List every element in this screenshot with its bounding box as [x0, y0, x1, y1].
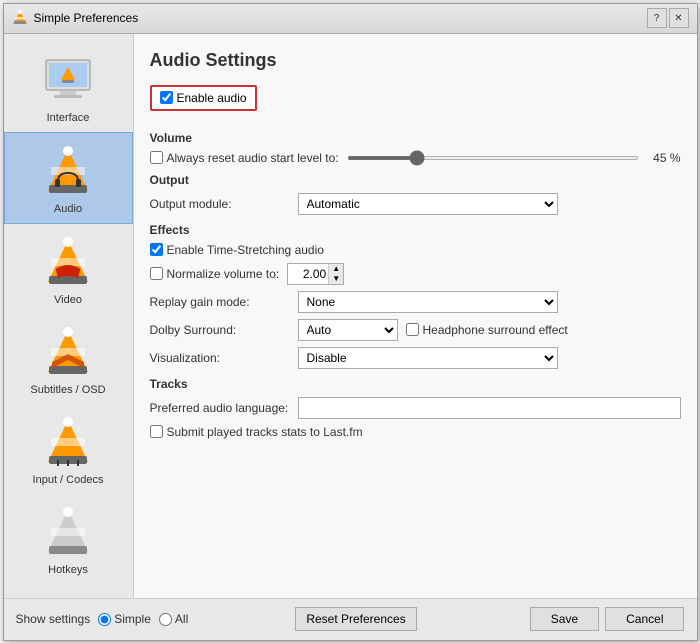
sidebar-item-audio-label: Audio: [54, 203, 82, 215]
normalize-value[interactable]: [288, 264, 328, 284]
simple-radio[interactable]: [98, 613, 111, 626]
sidebar-item-video-label: Video: [54, 294, 82, 306]
time-stretching-checkbox[interactable]: [150, 243, 163, 256]
hotkeys-icon: [38, 502, 98, 562]
visualization-select[interactable]: Disable Spectrum Scope Vu meter: [298, 347, 558, 369]
save-button[interactable]: Save: [530, 607, 599, 631]
preferred-language-input[interactable]: [298, 397, 681, 419]
output-module-select[interactable]: Automatic DirectSound WaveOut WASAPI: [298, 193, 558, 215]
visualization-label: Visualization:: [150, 351, 290, 365]
enable-audio-checkbox[interactable]: [160, 91, 173, 104]
lastfm-checkbox[interactable]: [150, 425, 163, 438]
dolby-surround-label: Dolby Surround:: [150, 323, 290, 337]
sidebar-item-audio[interactable]: Audio: [4, 132, 133, 224]
spinbox-buttons: ▲ ▼: [328, 264, 343, 284]
volume-slider-container: 45 %: [347, 151, 681, 165]
time-stretching-row: Enable Time-Stretching audio: [150, 243, 681, 257]
panel-title: Audio Settings: [150, 50, 681, 71]
normalize-label[interactable]: Normalize volume to:: [150, 267, 280, 281]
title-bar-buttons: ? ✕: [647, 8, 689, 28]
volume-slider[interactable]: [347, 156, 639, 160]
close-button[interactable]: ✕: [669, 8, 689, 28]
dolby-surround-select[interactable]: Auto On Off: [298, 319, 398, 341]
title-bar-text: Simple Preferences: [34, 11, 647, 25]
volume-section-label: Volume: [150, 131, 681, 145]
sidebar-item-hotkeys[interactable]: Hotkeys: [4, 494, 133, 584]
help-button[interactable]: ?: [647, 8, 667, 28]
replay-gain-select[interactable]: None Track Album: [298, 291, 558, 313]
effects-section-label: Effects: [150, 223, 681, 237]
dolby-surround-row: Dolby Surround: Auto On Off Headphone su…: [150, 319, 681, 341]
always-reset-label[interactable]: Always reset audio start level to:: [150, 151, 339, 165]
time-stretching-label[interactable]: Enable Time-Stretching audio: [150, 243, 324, 257]
input-icon: [38, 412, 98, 472]
replay-gain-label: Replay gain mode:: [150, 295, 290, 309]
sidebar-item-video[interactable]: Video: [4, 224, 133, 314]
enable-audio-label[interactable]: Enable audio: [160, 91, 247, 105]
all-radio-label[interactable]: All: [159, 612, 188, 626]
simple-radio-label[interactable]: Simple: [98, 612, 151, 626]
reset-preferences-button[interactable]: Reset Preferences: [295, 607, 416, 631]
sidebar-item-input[interactable]: Input / Codecs: [4, 404, 133, 494]
sidebar-item-hotkeys-label: Hotkeys: [48, 564, 88, 576]
audio-icon: [38, 141, 98, 201]
lastfm-row: Submit played tracks stats to Last.fm: [150, 425, 681, 439]
sidebar-item-interface-label: Interface: [47, 112, 90, 124]
sidebar-item-input-label: Input / Codecs: [33, 474, 104, 486]
sidebar-item-subtitles[interactable]: Subtitles / OSD: [4, 314, 133, 404]
volume-value: 45 %: [645, 151, 681, 165]
tracks-section-label: Tracks: [150, 377, 681, 391]
spinbox-down[interactable]: ▼: [329, 274, 343, 284]
always-reset-row: Always reset audio start level to: 45 %: [150, 151, 681, 165]
app-icon: [12, 10, 28, 26]
video-icon: [38, 232, 98, 292]
subtitles-icon: [38, 322, 98, 382]
settings-radio-group: Simple All: [98, 612, 188, 626]
bottom-bar: Show settings Simple All Reset Preferenc…: [4, 598, 697, 640]
main-panel: Audio Settings Enable audio Volume Alway…: [134, 34, 697, 598]
title-bar: Simple Preferences ? ✕: [4, 4, 697, 34]
always-reset-checkbox[interactable]: [150, 151, 163, 164]
sidebar-item-subtitles-label: Subtitles / OSD: [30, 384, 105, 396]
normalize-row: Normalize volume to: ▲ ▼: [150, 263, 681, 285]
sidebar-item-interface[interactable]: Interface: [4, 42, 133, 132]
spinbox-up[interactable]: ▲: [329, 264, 343, 274]
show-settings-label: Show settings: [16, 612, 91, 626]
preferred-language-label: Preferred audio language:: [150, 401, 290, 415]
normalize-checkbox[interactable]: [150, 267, 163, 280]
cancel-button[interactable]: Cancel: [605, 607, 684, 631]
headphone-checkbox[interactable]: [406, 323, 419, 336]
headphone-label[interactable]: Headphone surround effect: [406, 323, 568, 337]
main-window: Simple Preferences ? ✕: [3, 3, 698, 641]
content-area: Interface Aud: [4, 34, 697, 598]
preferred-language-row: Preferred audio language:: [150, 397, 681, 419]
replay-gain-row: Replay gain mode: None Track Album: [150, 291, 681, 313]
lastfm-label[interactable]: Submit played tracks stats to Last.fm: [150, 425, 363, 439]
all-radio[interactable]: [159, 613, 172, 626]
interface-icon: [38, 50, 98, 110]
output-module-label: Output module:: [150, 197, 290, 211]
output-section-label: Output: [150, 173, 681, 187]
output-module-row: Output module: Automatic DirectSound Wav…: [150, 193, 681, 215]
enable-audio-box: Enable audio: [150, 85, 257, 111]
normalize-spinbox: ▲ ▼: [287, 263, 344, 285]
visualization-row: Visualization: Disable Spectrum Scope Vu…: [150, 347, 681, 369]
sidebar: Interface Aud: [4, 34, 134, 598]
